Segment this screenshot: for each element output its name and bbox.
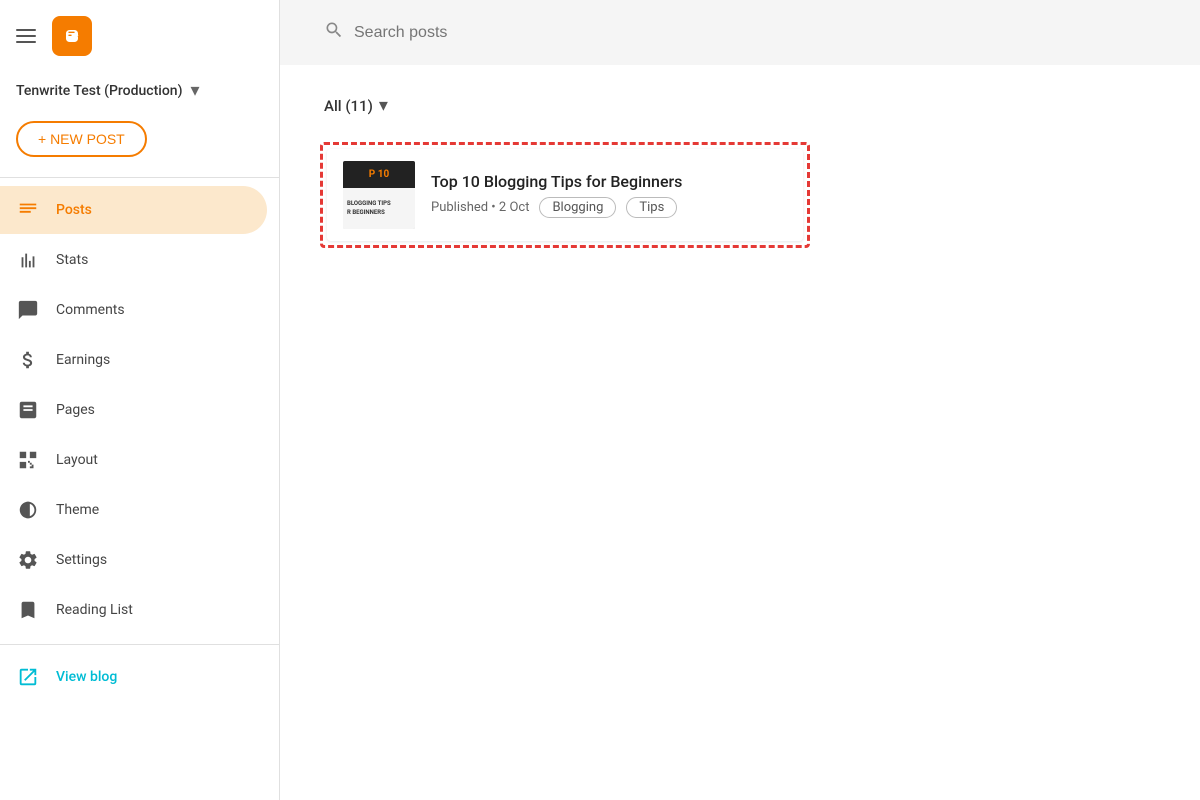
post-tag-tips[interactable]: Tips	[626, 197, 677, 218]
layout-icon	[16, 448, 40, 472]
post-card[interactable]: P 10 BLOGGING TIPS R BEGINNERS Top 10 Bl…	[327, 149, 803, 241]
sidebar-item-comments-label: Comments	[56, 302, 125, 318]
filter-chevron-icon: ▾	[379, 95, 388, 116]
sidebar-item-settings-label: Settings	[56, 552, 107, 568]
sidebar-item-stats[interactable]: Stats	[0, 236, 267, 284]
post-status: Published • 2 Oct	[431, 200, 529, 215]
sidebar-item-comments[interactable]: Comments	[0, 286, 267, 334]
sidebar-item-posts[interactable]: Posts	[0, 186, 267, 234]
sidebar-item-pages[interactable]: Pages	[0, 386, 267, 434]
sidebar-item-reading-list[interactable]: Reading List	[0, 586, 267, 634]
hamburger-menu-icon[interactable]	[12, 25, 40, 47]
search-container	[304, 12, 1004, 53]
post-info: Top 10 Blogging Tips for Beginners Publi…	[431, 172, 787, 218]
pages-icon	[16, 398, 40, 422]
view-blog-label: View blog	[56, 669, 117, 685]
post-thumbnail-img: P 10 BLOGGING TIPS R BEGINNERS	[343, 161, 415, 229]
filter-bar: All (11) ▾	[320, 89, 1160, 122]
posts-area: All (11) ▾ P 10 BLOGGING TIPS R BEGINNER…	[280, 65, 1200, 800]
sidebar-item-theme[interactable]: Theme	[0, 486, 267, 534]
post-thumbnail: P 10 BLOGGING TIPS R BEGINNERS	[343, 161, 415, 229]
sidebar-item-earnings[interactable]: Earnings	[0, 336, 267, 384]
earnings-icon	[16, 348, 40, 372]
blog-name: Tenwrite Test (Production)	[16, 83, 182, 99]
reading-list-icon	[16, 598, 40, 622]
sidebar-item-layout[interactable]: Layout	[0, 436, 267, 484]
post-card-highlighted-wrapper: P 10 BLOGGING TIPS R BEGINNERS Top 10 Bl…	[320, 142, 810, 248]
post-title: Top 10 Blogging Tips for Beginners	[431, 172, 787, 191]
sidebar-item-pages-label: Pages	[56, 402, 95, 418]
filter-dropdown[interactable]: All (11) ▾	[320, 89, 392, 122]
blogger-logo	[52, 16, 92, 56]
sidebar-item-stats-label: Stats	[56, 252, 88, 268]
filter-label: All (11)	[324, 97, 373, 115]
sidebar: Tenwrite Test (Production) ▾ + NEW POST …	[0, 0, 280, 800]
blog-selector-chevron-icon: ▾	[190, 80, 199, 101]
settings-icon	[16, 548, 40, 572]
main-content: All (11) ▾ P 10 BLOGGING TIPS R BEGINNER…	[280, 0, 1200, 800]
post-meta: Published • 2 Oct Blogging Tips	[431, 197, 787, 218]
search-icon	[324, 20, 344, 45]
sidebar-item-settings[interactable]: Settings	[0, 536, 267, 584]
stats-icon	[16, 248, 40, 272]
blog-selector[interactable]: Tenwrite Test (Production) ▾	[0, 72, 279, 117]
sidebar-bottom-divider	[0, 644, 279, 645]
sidebar-item-layout-label: Layout	[56, 452, 98, 468]
new-post-button[interactable]: + NEW POST	[16, 121, 147, 157]
sidebar-item-reading-list-label: Reading List	[56, 602, 133, 618]
theme-icon	[16, 498, 40, 522]
sidebar-top-divider	[0, 177, 279, 178]
sidebar-item-theme-label: Theme	[56, 502, 99, 518]
sidebar-item-earnings-label: Earnings	[56, 352, 110, 368]
sidebar-nav: Posts Stats Comments	[0, 186, 279, 636]
top-bar	[280, 0, 1200, 65]
sidebar-header	[0, 0, 279, 72]
view-blog-icon	[16, 665, 40, 689]
search-input[interactable]	[354, 24, 984, 42]
posts-icon	[16, 198, 40, 222]
post-tag-blogging[interactable]: Blogging	[539, 197, 616, 218]
sidebar-item-view-blog[interactable]: View blog	[0, 653, 279, 701]
comments-icon	[16, 298, 40, 322]
sidebar-item-posts-label: Posts	[56, 202, 92, 218]
